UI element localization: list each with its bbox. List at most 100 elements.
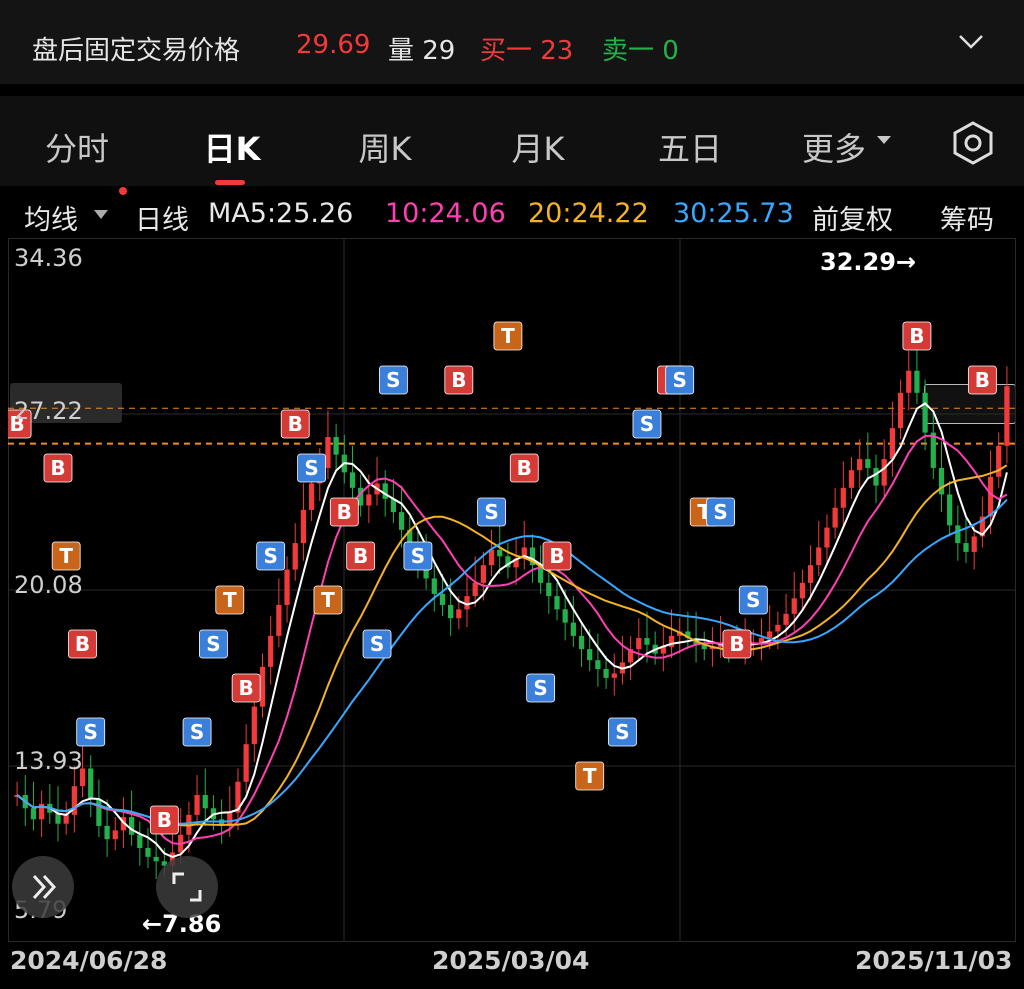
candle-body <box>971 536 977 552</box>
candle-body <box>448 604 454 619</box>
trade-marker-label: B <box>157 808 172 832</box>
trade-marker-label: S <box>263 544 277 568</box>
candle-body <box>1004 386 1010 446</box>
trade-marker-label: B <box>337 500 352 524</box>
candle-body <box>906 370 912 393</box>
tab-daily-k[interactable]: 日K <box>204 124 261 170</box>
trade-marker-label: S <box>746 588 760 612</box>
candle-body <box>562 609 568 623</box>
ma-indicator-bar: 均线 日线 MA5:25.26 10:24.06 20:24.22 30:25.… <box>0 187 1024 424</box>
candle-body <box>848 470 855 488</box>
candle-body <box>30 808 37 820</box>
tab-weekly-k[interactable]: 周K <box>359 124 412 170</box>
candle-body <box>112 830 118 840</box>
candle-body <box>775 624 781 632</box>
bid-label: 买一 23 <box>480 36 574 66</box>
candle-body <box>480 565 486 583</box>
candle-body <box>268 635 274 667</box>
candle-body <box>578 635 585 650</box>
trade-marker-label: S <box>304 456 318 480</box>
kline-chart[interactable]: BBTBSBSSTBSBSTBBSSSBSTBSBTSSBSTSBSBB <box>8 238 1016 942</box>
trade-marker-label: S <box>84 720 98 744</box>
ma20-line <box>16 464 1008 827</box>
tab-monthly-k[interactable]: 月K <box>512 124 565 170</box>
trade-marker-label: S <box>206 632 220 656</box>
candle-body <box>824 527 830 548</box>
x-tick-label: 2025/11/03 <box>855 946 1013 975</box>
candle-body <box>840 487 846 508</box>
trade-marker-label: T <box>583 764 597 788</box>
candle-body <box>546 582 552 597</box>
expand-button[interactable] <box>12 856 74 918</box>
candle-body <box>881 459 887 486</box>
candle-body <box>431 578 437 594</box>
fullscreen-button[interactable] <box>156 856 218 918</box>
trade-marker-label: B <box>975 368 990 392</box>
tab-five-day[interactable]: 五日 <box>658 124 722 170</box>
ma10-value: 10:24.06 <box>385 198 506 229</box>
candle-body <box>104 825 110 840</box>
y-tick-label: 13.93 <box>14 747 83 775</box>
candle-body <box>96 799 102 826</box>
trade-marker-label: T <box>321 588 335 612</box>
candle-body <box>308 483 315 510</box>
high-price-marker: 32.29→ <box>820 248 917 276</box>
trade-marker-label: T <box>223 588 237 612</box>
candle-body <box>243 744 249 782</box>
candle-body <box>938 467 945 495</box>
chevron-down-icon[interactable] <box>958 28 984 54</box>
adjustment-label[interactable]: 前复权 <box>812 198 893 237</box>
candle-body <box>595 660 601 670</box>
double-chevron-right-icon <box>32 874 57 900</box>
after-hours-bar: 盘后固定交易价格 29.69 量 29 买一 23 卖一 0 <box>0 0 1024 84</box>
candle-body <box>382 483 388 499</box>
notification-dot <box>119 187 127 195</box>
candle-body <box>333 436 339 455</box>
candle-body <box>488 549 495 566</box>
candle-body <box>832 507 838 528</box>
tab-more[interactable]: 更多 <box>802 124 866 170</box>
trade-marker-label: S <box>672 368 686 392</box>
trade-marker-label: B <box>75 632 90 656</box>
candle-body <box>398 512 405 530</box>
trade-marker-label: S <box>533 676 547 700</box>
ma10-line <box>16 434 1008 846</box>
trade-marker-label: S <box>190 720 204 744</box>
y-tick-label: 34.36 <box>14 244 83 272</box>
candle-body <box>889 428 896 460</box>
candle-body <box>930 432 936 468</box>
candle-body <box>366 494 372 506</box>
candle-body <box>145 848 151 857</box>
candle-body <box>963 543 969 552</box>
trade-marker-label: S <box>370 632 384 656</box>
ma30-value: 30:25.73 <box>673 198 794 229</box>
trade-marker-label: B <box>50 456 65 480</box>
trade-marker-label: S <box>713 500 727 524</box>
trade-marker-label: S <box>484 500 498 524</box>
candle-body <box>128 817 135 835</box>
candle-body <box>570 622 576 636</box>
candle-body <box>783 613 789 625</box>
candle-body <box>300 509 307 544</box>
candle-body <box>137 834 143 849</box>
trade-marker-label: B <box>288 412 303 436</box>
tab-intraday[interactable]: 分时 <box>45 124 109 170</box>
after-hours-price: 29.69 <box>296 30 371 60</box>
candle-body <box>472 582 478 597</box>
candle-body <box>603 669 609 678</box>
candle-body <box>816 547 822 566</box>
ma20-value: 20:24.22 <box>528 198 649 229</box>
candle-body <box>194 794 200 815</box>
ask-label: 卖一 0 <box>602 36 679 66</box>
candle-body <box>349 472 356 488</box>
candle-body <box>955 525 961 544</box>
caret-down-icon[interactable] <box>876 134 892 146</box>
candle-body <box>996 445 1002 477</box>
trade-marker-label: S <box>640 412 654 436</box>
dropdown-caret-icon <box>94 210 108 219</box>
candle-body <box>873 467 879 486</box>
settings-hexagon-icon[interactable] <box>950 120 996 166</box>
candle-body <box>865 459 871 468</box>
trade-marker-label: B <box>353 544 368 568</box>
trade-marker-label: S <box>615 720 629 744</box>
